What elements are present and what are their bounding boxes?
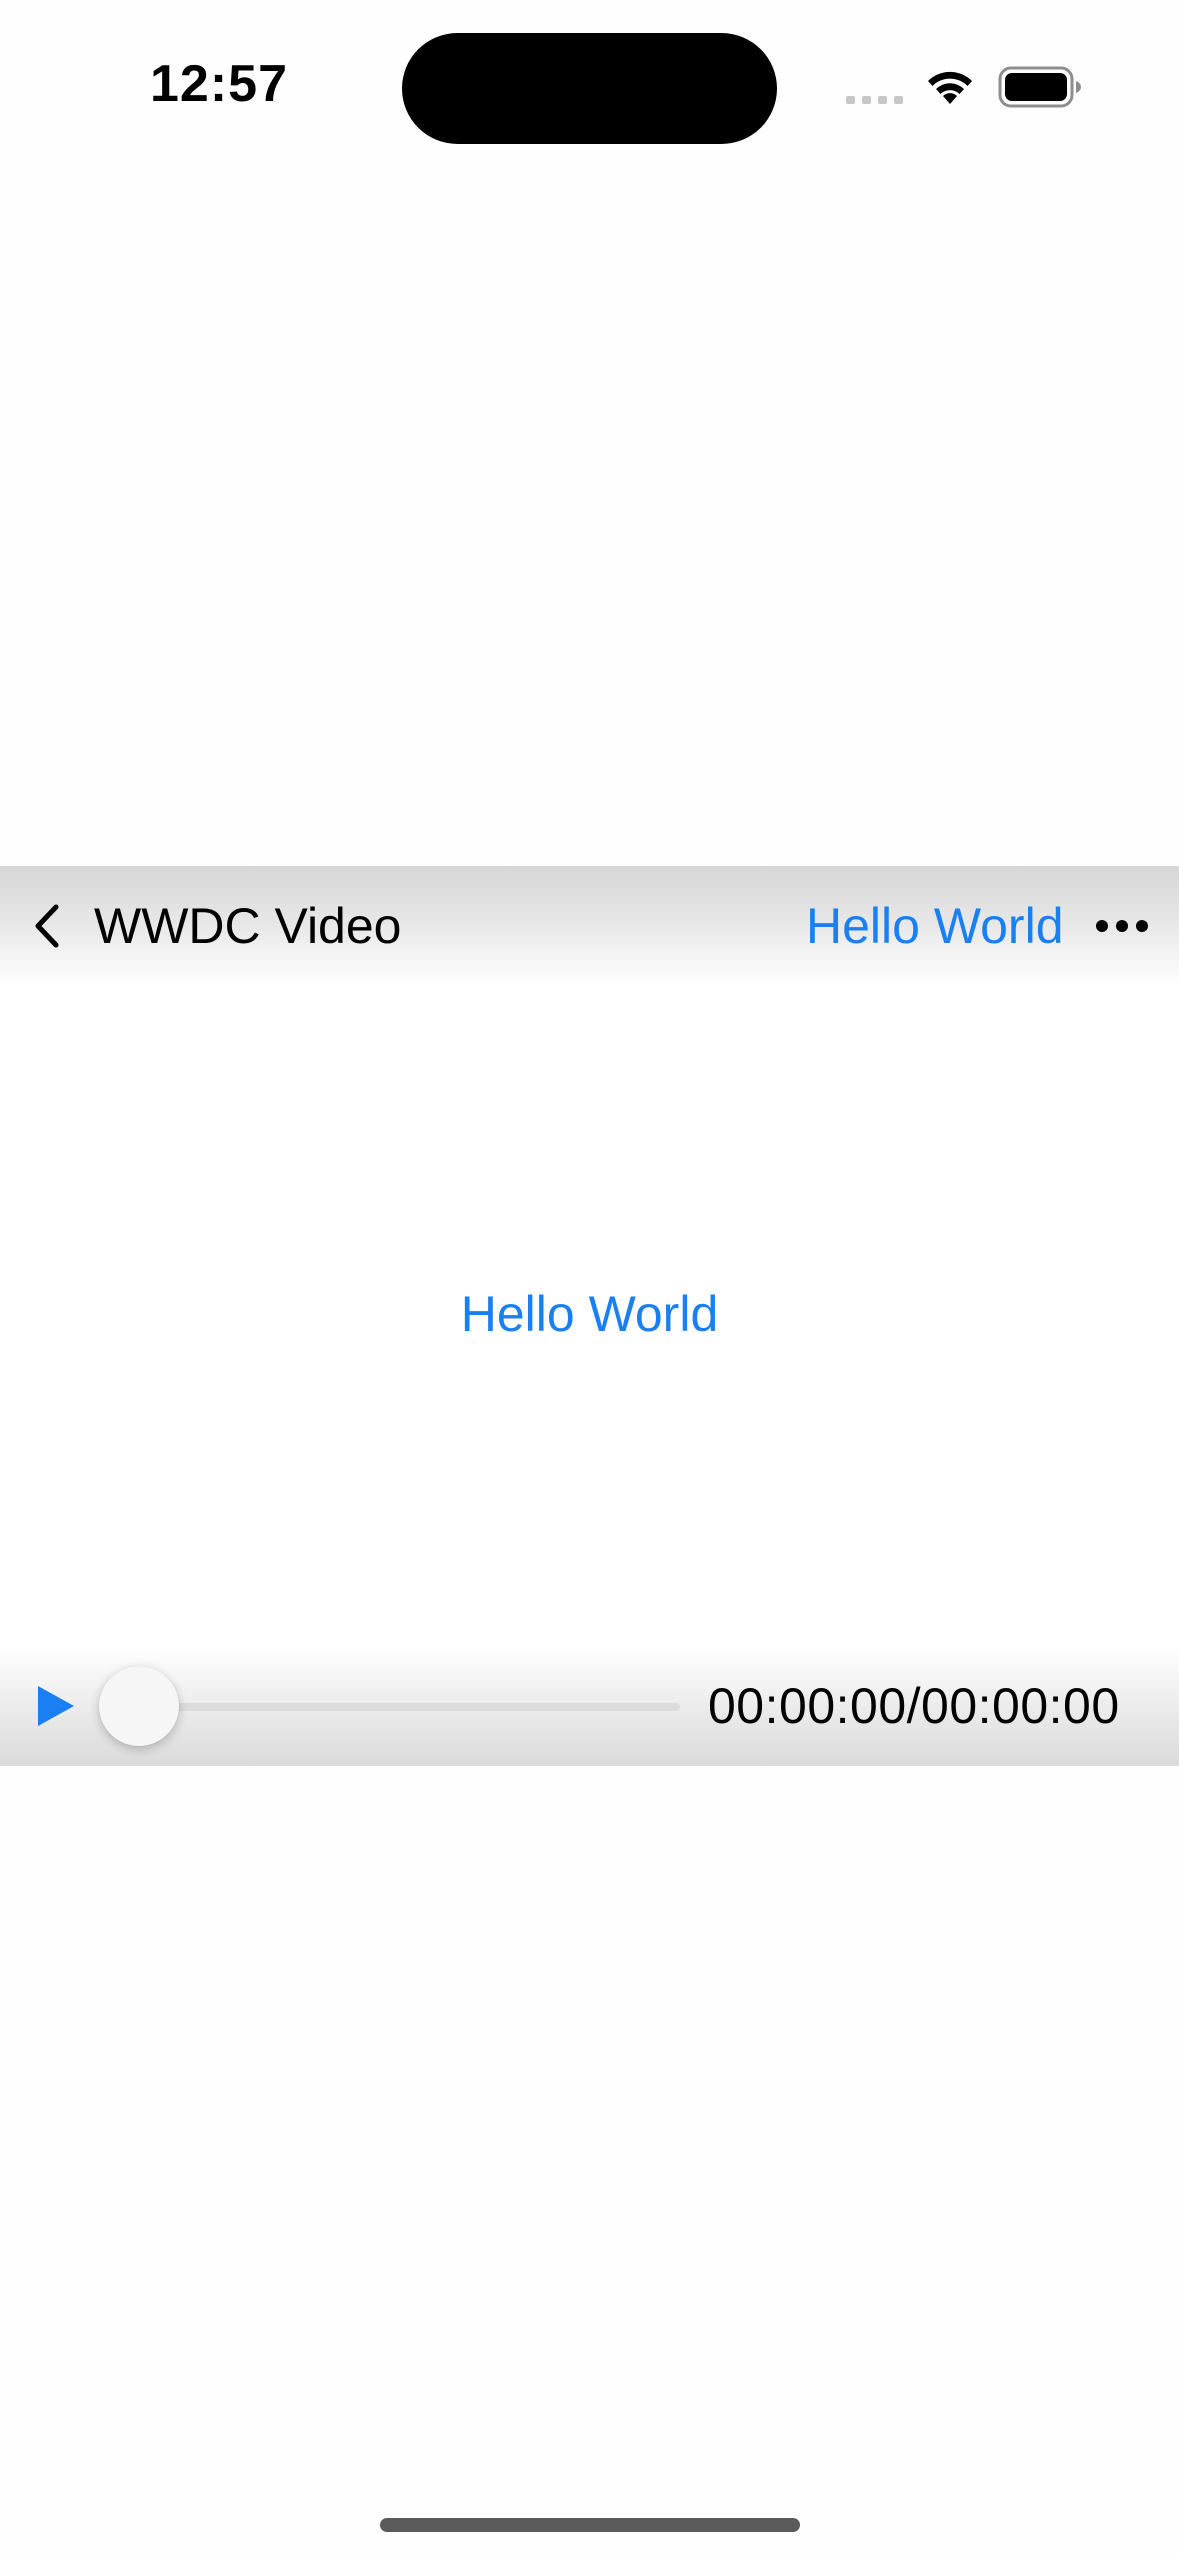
home-indicator[interactable] xyxy=(380,2518,800,2532)
battery-icon xyxy=(998,66,1081,108)
back-button[interactable] xyxy=(22,894,72,958)
play-icon xyxy=(38,1686,74,1726)
player-top-bar: WWDC Video Hello World xyxy=(0,866,1179,986)
chevron-left-icon xyxy=(35,904,59,948)
play-button[interactable] xyxy=(30,1682,78,1730)
signal-dots-icon xyxy=(846,96,903,104)
status-time: 12:57 xyxy=(150,55,288,113)
player-controls: 00:00:00/00:00:00 xyxy=(0,1646,1179,1766)
dynamic-island xyxy=(402,33,777,144)
progress-slider-thumb[interactable] xyxy=(99,1666,179,1746)
video-title: WWDC Video xyxy=(94,898,402,954)
ellipsis-icon xyxy=(1096,920,1148,932)
hello-world-link[interactable]: Hello World xyxy=(806,896,1064,956)
screen: 12:57 WWDC Video Hello World Hello World… xyxy=(0,0,1179,2556)
video-player[interactable]: WWDC Video Hello World Hello World 00:00… xyxy=(0,866,1179,1766)
wifi-icon xyxy=(928,71,972,104)
time-readout: 00:00:00/00:00:00 xyxy=(708,1678,1120,1734)
center-hello-world[interactable]: Hello World xyxy=(0,1284,1179,1344)
more-button[interactable] xyxy=(1092,906,1152,946)
progress-slider-track[interactable] xyxy=(140,1703,680,1711)
